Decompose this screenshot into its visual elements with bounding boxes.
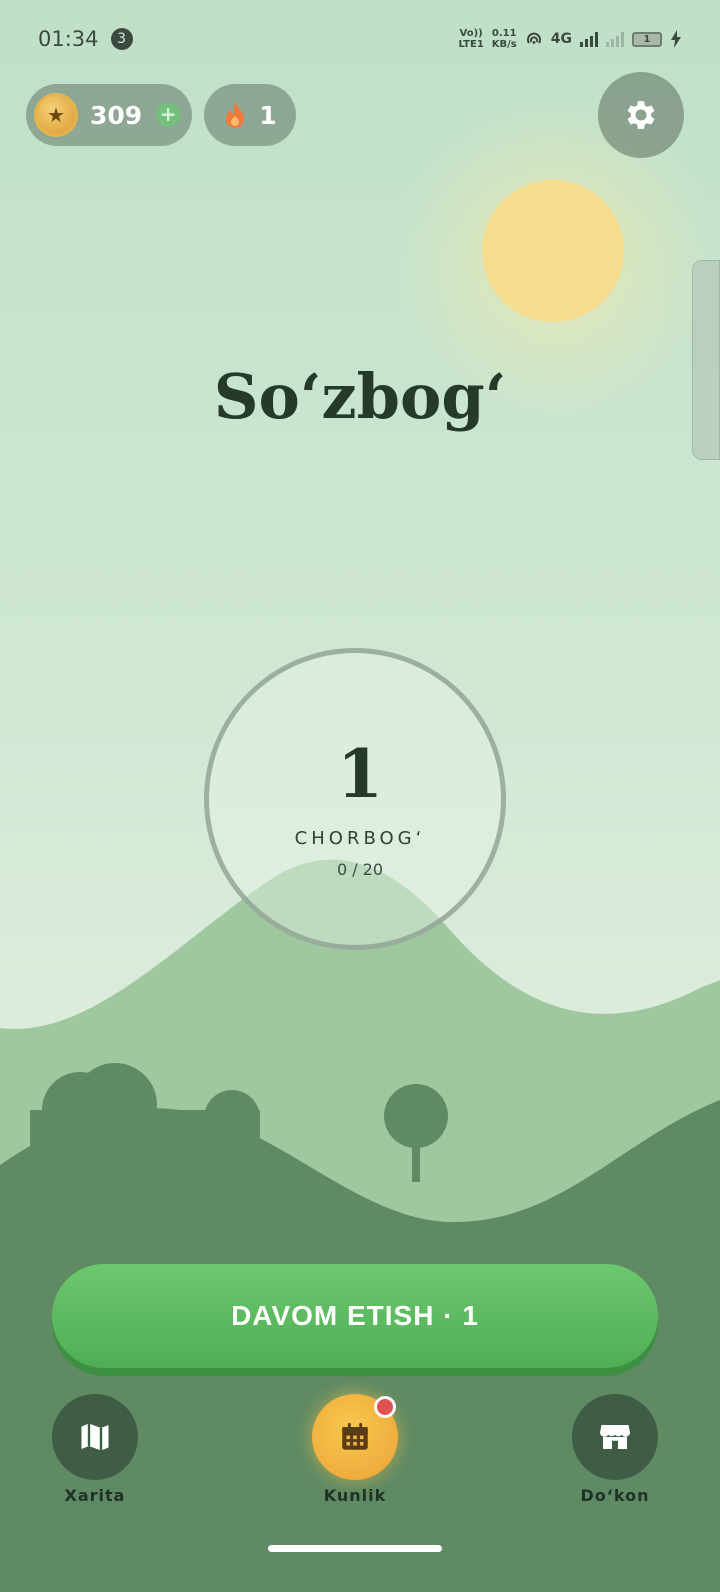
streak-counter[interactable]: 1 [204,84,296,146]
nav-daily-label[interactable]: Kunlik [285,1486,425,1505]
lte-label: LTE1 [458,39,484,50]
gear-icon [627,101,655,129]
home-indicator[interactable] [268,1545,442,1552]
volte-indicator: Vo)) LTE1 [458,28,483,50]
battery-icon: 1 [632,31,662,47]
coin-balance[interactable]: ★ 309 + [26,84,192,146]
hotspot-icon [526,32,541,44]
flame-icon [226,102,245,128]
app-title: So‘zbog‘ [213,360,507,433]
status-bar: 01:34 3 Vo)) LTE1 0.11 KB/s 4G 1 [0,0,720,78]
speed-unit: KB/s [491,39,517,50]
status-right: Vo)) LTE1 0.11 KB/s 4G 1 [458,28,682,50]
level-number: 1 [337,735,383,813]
coin-icon: ★ [34,93,78,137]
nav-store-label[interactable]: Do‘kon [545,1486,685,1505]
streak-count: 1 [259,100,277,130]
volte-label: Vo)) [459,28,483,39]
status-left: 01:34 3 [38,27,133,51]
store-icon [600,1425,630,1449]
nav-map-label[interactable]: Xarita [25,1486,165,1505]
settings-button[interactable] [598,72,684,158]
level-name: CHORBOG‘ [294,828,426,849]
network-speed: 0.11 KB/s [492,28,517,50]
charging-bolt-icon [671,30,681,48]
notification-count-badge: 3 [110,28,133,50]
sun [482,180,624,322]
coin-count: 309 [90,100,143,130]
add-coins-button[interactable]: + [156,103,181,127]
network-type: 4G [550,31,572,47]
signal-strength-sim2-icon [606,31,624,47]
map-icon [81,1423,109,1451]
nav-store-button[interactable] [572,1394,658,1480]
battery-level: 1 [643,33,651,45]
level-progress: 0 / 20 [336,860,384,879]
clock: 01:34 [38,27,99,51]
continue-button[interactable]: DAVOM ETISH · 1 [52,1264,658,1368]
nav-map-button[interactable] [52,1394,138,1480]
calendar-icon [342,1422,368,1450]
signal-strength-icon [580,31,598,47]
notification-dot [374,1396,396,1418]
speed-value: 0.11 [491,28,517,39]
